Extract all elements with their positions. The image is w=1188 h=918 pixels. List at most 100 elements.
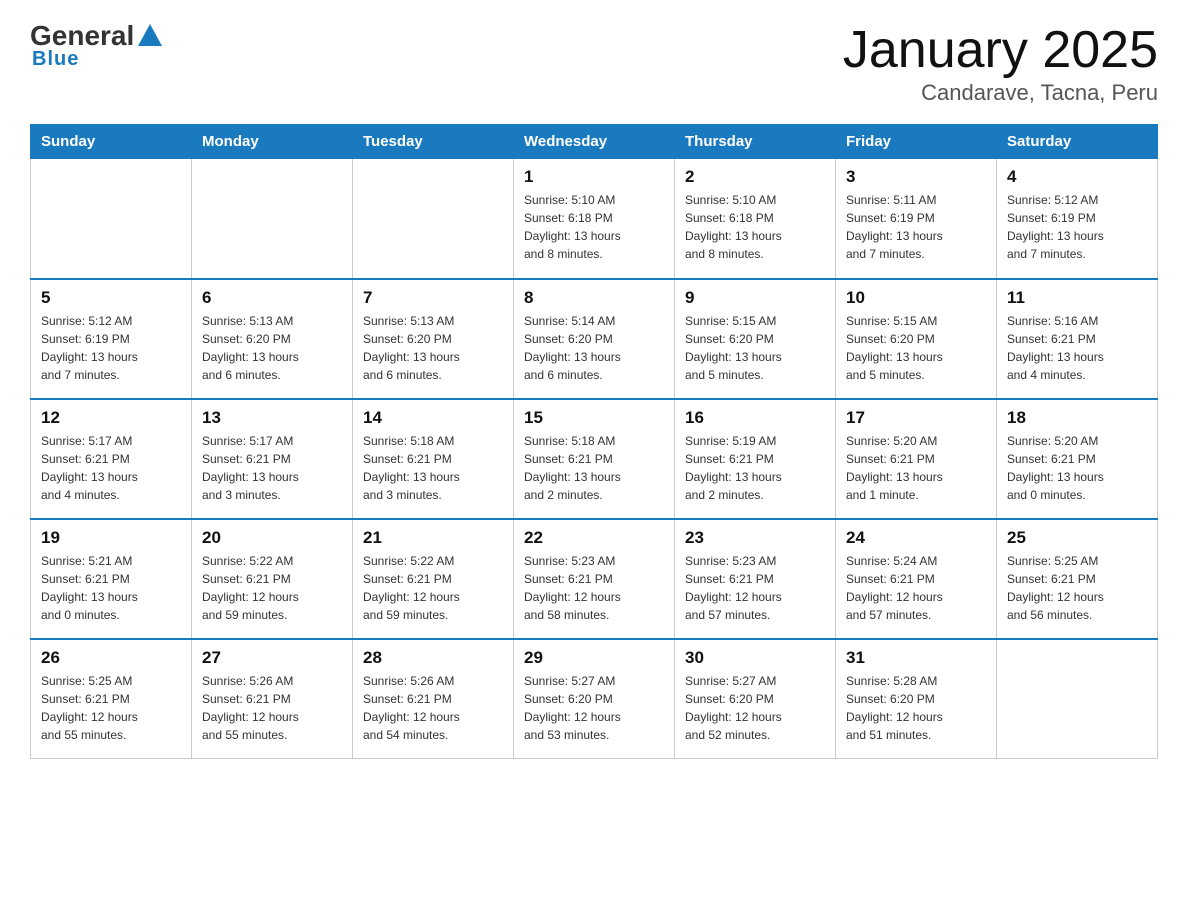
col-header-sunday: Sunday [31, 125, 192, 159]
day-info: Sunrise: 5:11 AM Sunset: 6:19 PM Dayligh… [846, 191, 986, 263]
col-header-friday: Friday [836, 125, 997, 159]
table-row: 10 Sunrise: 5:15 AM Sunset: 6:20 PM Dayli… [836, 279, 997, 399]
table-row: 5 Sunrise: 5:12 AM Sunset: 6:19 PM Daylig… [31, 279, 192, 399]
table-row: 25Sunrise: 5:25 AM Sunset: 6:21 PM Dayli… [997, 519, 1158, 639]
day-number: 10 [846, 288, 986, 308]
calendar-week-row: 26Sunrise: 5:25 AM Sunset: 6:21 PM Dayli… [31, 639, 1158, 759]
day-number: 9 [685, 288, 825, 308]
day-number: 30 [685, 648, 825, 668]
day-info: Sunrise: 5:20 AM Sunset: 6:21 PM Dayligh… [846, 432, 986, 504]
day-number: 3 [846, 167, 986, 187]
day-info: Sunrise: 5:10 AM Sunset: 6:18 PM Dayligh… [524, 191, 664, 263]
day-number: 22 [524, 528, 664, 548]
day-info: Sunrise: 5:19 AM Sunset: 6:21 PM Dayligh… [685, 432, 825, 504]
table-row: 9 Sunrise: 5:15 AM Sunset: 6:20 PM Daylig… [675, 279, 836, 399]
table-row: 24 Sunrise: 5:24 AM Sunset: 6:21 PM Dayli… [836, 519, 997, 639]
day-info: Sunrise: 5:25 AM Sunset: 6:21 PM Dayligh… [1007, 552, 1147, 624]
day-info: Sunrise: 5:28 AM Sunset: 6:20 PM Dayligh… [846, 672, 986, 744]
day-number: 24 [846, 528, 986, 548]
day-number: 8 [524, 288, 664, 308]
calendar-header-row: Sunday Monday Tuesday Wednesday Thursday… [31, 125, 1158, 159]
day-number: 4 [1007, 167, 1147, 187]
day-number: 6 [202, 288, 342, 308]
table-row: 8Sunrise: 5:14 AM Sunset: 6:20 PM Daylig… [514, 279, 675, 399]
table-row [353, 159, 514, 279]
day-number: 26 [41, 648, 181, 668]
table-row: 6 Sunrise: 5:13 AM Sunset: 6:20 PM Daylig… [192, 279, 353, 399]
day-info: Sunrise: 5:27 AM Sunset: 6:20 PM Dayligh… [524, 672, 664, 744]
day-number: 1 [524, 167, 664, 187]
table-row [31, 159, 192, 279]
day-info: Sunrise: 5:18 AM Sunset: 6:21 PM Dayligh… [363, 432, 503, 504]
day-number: 15 [524, 408, 664, 428]
day-number: 13 [202, 408, 342, 428]
day-info: Sunrise: 5:13 AM Sunset: 6:20 PM Dayligh… [363, 312, 503, 384]
day-number: 11 [1007, 288, 1147, 308]
day-number: 21 [363, 528, 503, 548]
col-header-thursday: Thursday [675, 125, 836, 159]
day-info: Sunrise: 5:26 AM Sunset: 6:21 PM Dayligh… [202, 672, 342, 744]
table-row [997, 639, 1158, 759]
day-info: Sunrise: 5:12 AM Sunset: 6:19 PM Dayligh… [1007, 191, 1147, 263]
day-info: Sunrise: 5:15 AM Sunset: 6:20 PM Dayligh… [846, 312, 986, 384]
col-header-saturday: Saturday [997, 125, 1158, 159]
day-info: Sunrise: 5:12 AM Sunset: 6:19 PM Dayligh… [41, 312, 181, 384]
table-row: 21 Sunrise: 5:22 AM Sunset: 6:21 PM Dayli… [353, 519, 514, 639]
col-header-monday: Monday [192, 125, 353, 159]
logo-triangle-icon [138, 24, 162, 46]
table-row: 31 Sunrise: 5:28 AM Sunset: 6:20 PM Dayli… [836, 639, 997, 759]
day-info: Sunrise: 5:18 AM Sunset: 6:21 PM Dayligh… [524, 432, 664, 504]
table-row: 19Sunrise: 5:21 AM Sunset: 6:21 PM Dayli… [31, 519, 192, 639]
day-info: Sunrise: 5:22 AM Sunset: 6:21 PM Dayligh… [363, 552, 503, 624]
table-row: 16 Sunrise: 5:19 AM Sunset: 6:21 PM Dayli… [675, 399, 836, 519]
table-row: 20 Sunrise: 5:22 AM Sunset: 6:21 PM Dayli… [192, 519, 353, 639]
day-info: Sunrise: 5:26 AM Sunset: 6:21 PM Dayligh… [363, 672, 503, 744]
col-header-wednesday: Wednesday [514, 125, 675, 159]
calendar-table: Sunday Monday Tuesday Wednesday Thursday… [30, 124, 1158, 759]
day-info: Sunrise: 5:15 AM Sunset: 6:20 PM Dayligh… [685, 312, 825, 384]
table-row: 13 Sunrise: 5:17 AM Sunset: 6:21 PM Dayli… [192, 399, 353, 519]
table-row: 4 Sunrise: 5:12 AM Sunset: 6:19 PM Daylig… [997, 159, 1158, 279]
day-info: Sunrise: 5:17 AM Sunset: 6:21 PM Dayligh… [41, 432, 181, 504]
table-row: 1 Sunrise: 5:10 AM Sunset: 6:18 PM Daylig… [514, 159, 675, 279]
day-info: Sunrise: 5:20 AM Sunset: 6:21 PM Dayligh… [1007, 432, 1147, 504]
table-row: 27Sunrise: 5:26 AM Sunset: 6:21 PM Dayli… [192, 639, 353, 759]
calendar-week-row: 19Sunrise: 5:21 AM Sunset: 6:21 PM Dayli… [31, 519, 1158, 639]
day-number: 29 [524, 648, 664, 668]
table-row: 3 Sunrise: 5:11 AM Sunset: 6:19 PM Daylig… [836, 159, 997, 279]
table-row: 15 Sunrise: 5:18 AM Sunset: 6:21 PM Dayli… [514, 399, 675, 519]
day-number: 31 [846, 648, 986, 668]
day-number: 14 [363, 408, 503, 428]
table-row: 14 Sunrise: 5:18 AM Sunset: 6:21 PM Dayli… [353, 399, 514, 519]
table-row: 30Sunrise: 5:27 AM Sunset: 6:20 PM Dayli… [675, 639, 836, 759]
day-info: Sunrise: 5:13 AM Sunset: 6:20 PM Dayligh… [202, 312, 342, 384]
day-number: 28 [363, 648, 503, 668]
logo-blue-text: Blue [32, 48, 79, 71]
day-info: Sunrise: 5:22 AM Sunset: 6:21 PM Dayligh… [202, 552, 342, 624]
day-number: 7 [363, 288, 503, 308]
day-info: Sunrise: 5:24 AM Sunset: 6:21 PM Dayligh… [846, 552, 986, 624]
day-info: Sunrise: 5:10 AM Sunset: 6:18 PM Dayligh… [685, 191, 825, 263]
table-row: 29 Sunrise: 5:27 AM Sunset: 6:20 PM Dayli… [514, 639, 675, 759]
page-header: General Blue January 2025 Candarave, Tac… [30, 20, 1158, 106]
day-number: 16 [685, 408, 825, 428]
month-title: January 2025 [843, 20, 1158, 80]
table-row: 11 Sunrise: 5:16 AM Sunset: 6:21 PM Dayli… [997, 279, 1158, 399]
day-info: Sunrise: 5:23 AM Sunset: 6:21 PM Dayligh… [524, 552, 664, 624]
table-row: 28 Sunrise: 5:26 AM Sunset: 6:21 PM Dayli… [353, 639, 514, 759]
day-info: Sunrise: 5:17 AM Sunset: 6:21 PM Dayligh… [202, 432, 342, 504]
day-number: 5 [41, 288, 181, 308]
location-subtitle: Candarave, Tacna, Peru [843, 80, 1158, 106]
title-block: January 2025 Candarave, Tacna, Peru [843, 20, 1158, 106]
day-number: 23 [685, 528, 825, 548]
table-row: 12Sunrise: 5:17 AM Sunset: 6:21 PM Dayli… [31, 399, 192, 519]
table-row: 22 Sunrise: 5:23 AM Sunset: 6:21 PM Dayli… [514, 519, 675, 639]
table-row: 7 Sunrise: 5:13 AM Sunset: 6:20 PM Daylig… [353, 279, 514, 399]
day-number: 19 [41, 528, 181, 548]
day-number: 20 [202, 528, 342, 548]
day-info: Sunrise: 5:16 AM Sunset: 6:21 PM Dayligh… [1007, 312, 1147, 384]
table-row: 23Sunrise: 5:23 AM Sunset: 6:21 PM Dayli… [675, 519, 836, 639]
table-row [192, 159, 353, 279]
day-number: 17 [846, 408, 986, 428]
table-row: 17 Sunrise: 5:20 AM Sunset: 6:21 PM Dayli… [836, 399, 997, 519]
